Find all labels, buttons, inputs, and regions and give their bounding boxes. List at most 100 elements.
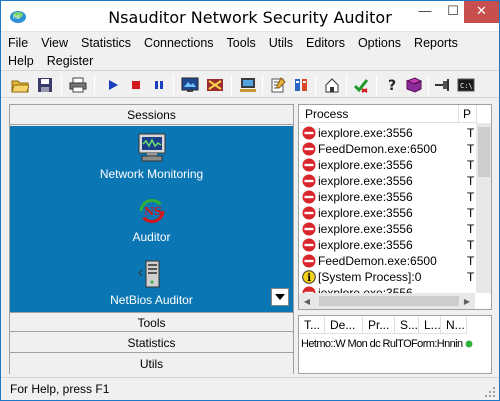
process-name: iexplore.exe:3556 (318, 238, 413, 252)
conn-col-s[interactable]: S... (395, 316, 419, 334)
pin-icon[interactable] (432, 74, 454, 96)
process-name: FeedDemon.exe:6500 (318, 254, 437, 268)
menu-options[interactable]: Options (351, 34, 407, 52)
scroll-left-icon[interactable]: ◀ (299, 293, 315, 309)
maximize-button[interactable]: ☐ (439, 1, 467, 23)
blocked-icon (302, 126, 316, 140)
process-row[interactable]: iexplore.exe:3556 T (299, 173, 475, 189)
close-button[interactable]: ✕ (464, 1, 499, 23)
process-protocol: T (467, 158, 475, 172)
process-protocol: T (467, 126, 475, 140)
play-icon[interactable] (102, 74, 124, 96)
menu-register[interactable]: Register (40, 52, 100, 70)
blocked-icon (302, 222, 316, 236)
panel-splitter[interactable] (294, 104, 297, 374)
session-auditor[interactable]: NS Auditor (10, 195, 293, 244)
title-bar: ns Nsauditor Network Security Auditor — … (1, 1, 499, 32)
process-row[interactable]: iexplore.exe:3556 T (299, 157, 475, 173)
notepad-icon[interactable] (267, 74, 289, 96)
process-list: Process P iexplore.exe:3556 T FeedDemon.ex… (298, 104, 492, 310)
packet-icon[interactable] (204, 74, 226, 96)
scroll-right-icon[interactable]: ▶ (459, 293, 475, 309)
monitor-icon[interactable] (237, 74, 259, 96)
conn-col-n[interactable]: N... (441, 316, 467, 334)
process-name: iexplore.exe:3556 (318, 126, 413, 140)
process-row[interactable]: i [System Process]:0 T (299, 269, 475, 285)
tools-icon[interactable] (290, 74, 312, 96)
book-icon[interactable] (403, 74, 425, 96)
toolbar-separator (262, 75, 263, 95)
right-panel: Process P iexplore.exe:3556 T FeedDemon.ex… (298, 104, 492, 374)
process-row[interactable]: iexplore.exe:3556 T (299, 205, 475, 221)
sessions-scroll-down-button[interactable] (271, 288, 289, 306)
save-icon[interactable] (34, 74, 56, 96)
help-icon[interactable]: ? (381, 74, 403, 96)
toolbar-separator (61, 75, 62, 95)
menu-bar: File View Statistics Connections Tools Utils E… (1, 33, 499, 69)
process-protocol: T (467, 238, 475, 252)
statistics-header[interactable]: Statistics (10, 333, 293, 353)
session-netbios-auditor[interactable]: NetBios Auditor (10, 258, 293, 307)
process-protocol: T (467, 142, 475, 156)
process-row[interactable]: iexplore.exe:3556 T (299, 221, 475, 237)
menu-row-secondary: Help Register (1, 52, 99, 70)
conn-col-de[interactable]: De... (325, 316, 363, 334)
console-icon[interactable]: C:\ (455, 74, 477, 96)
print-icon[interactable] (67, 74, 89, 96)
sessions-header[interactable]: Sessions (10, 105, 293, 125)
stop-icon[interactable] (125, 74, 147, 96)
menu-tools[interactable]: Tools (220, 34, 262, 52)
tools-header[interactable]: Tools (10, 312, 293, 332)
session-label: Auditor (132, 230, 171, 244)
blocked-icon (302, 254, 316, 268)
toolbar-separator (376, 75, 377, 95)
process-row[interactable]: iexplore.exe:3556 T (299, 237, 475, 253)
svg-text:?: ? (388, 78, 396, 93)
ns-auditor-icon: NS (139, 199, 164, 223)
conn-col-l[interactable]: L... (419, 316, 441, 334)
menu-reports[interactable]: Reports (407, 34, 464, 52)
process-row[interactable]: iexplore.exe:3556 T (299, 125, 475, 141)
toolbar: ? C:\ (1, 70, 499, 98)
utils-header[interactable]: Utils (10, 354, 293, 374)
menu-connections[interactable]: Connections (137, 34, 220, 52)
process-horizontal-scrollbar[interactable]: ◀ ▶ (299, 293, 475, 309)
menu-file[interactable]: File (1, 34, 34, 52)
connection-row[interactable]: Hetmo::W Mon dc RulTOForm:Hnnin (301, 336, 473, 352)
menu-editors[interactable]: Editors (299, 34, 351, 52)
network-monitor-icon (138, 133, 165, 162)
menu-view[interactable]: View (34, 34, 74, 52)
menu-statistics[interactable]: Statistics (74, 34, 137, 52)
screen-capture-icon[interactable] (179, 74, 201, 96)
conn-col-t[interactable]: T... (299, 316, 325, 334)
process-protocol: T (467, 174, 475, 188)
session-label: Network Monitoring (99, 167, 204, 181)
info-warning-icon: i (302, 270, 316, 284)
svg-text:NS: NS (144, 205, 162, 218)
scroll-thumb[interactable] (319, 296, 459, 306)
session-network-monitoring[interactable]: Network Monitoring (10, 132, 293, 181)
menu-utils[interactable]: Utils (262, 34, 299, 52)
process-row[interactable]: FeedDemon.exe:6500 T (299, 253, 475, 269)
blocked-icon (302, 174, 316, 188)
menu-help[interactable]: Help (1, 52, 40, 70)
process-row[interactable]: iexplore.exe:3556 T (299, 189, 475, 205)
scroll-thumb[interactable] (478, 127, 490, 177)
column-header-p[interactable]: P (459, 105, 477, 123)
process-name: iexplore.exe:3556 (318, 190, 413, 204)
pause-icon[interactable] (148, 74, 170, 96)
process-vertical-scrollbar[interactable] (476, 123, 491, 293)
open-folder-icon[interactable] (9, 74, 31, 96)
minimize-button[interactable]: — (411, 1, 439, 23)
column-header-process[interactable]: Process (299, 105, 459, 123)
toolbar-separator (346, 75, 347, 95)
toolbar-separator (428, 75, 429, 95)
toolbar-separator (94, 75, 95, 95)
process-name: iexplore.exe:3556 (318, 222, 413, 236)
conn-col-pr[interactable]: Pr... (363, 316, 395, 334)
process-name: iexplore.exe:3556 (318, 158, 413, 172)
home-icon[interactable] (321, 74, 343, 96)
resize-grip-icon[interactable] (484, 386, 496, 398)
process-row[interactable]: FeedDemon.exe:6500 T (299, 141, 475, 157)
update-icon[interactable] (351, 74, 373, 96)
